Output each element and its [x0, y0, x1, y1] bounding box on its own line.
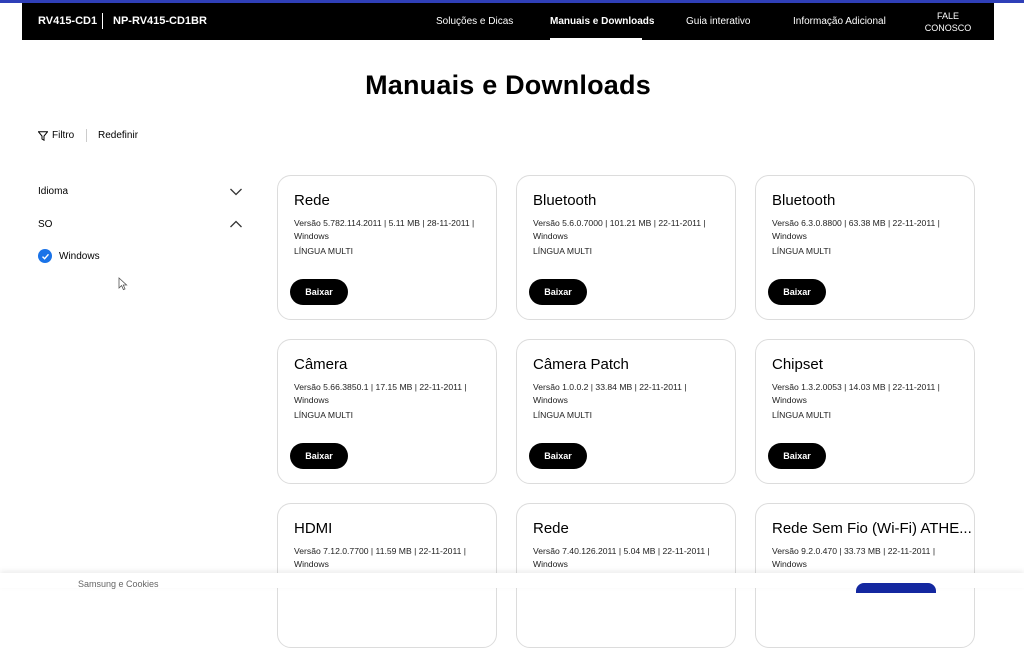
model-name[interactable]: RV415-CD1 [38, 15, 97, 27]
chevron-up-icon[interactable] [229, 219, 243, 229]
checkmark-icon [38, 249, 52, 263]
card-version-info: Versão 6.3.0.8800 | 63.38 MB | 22-11-201… [772, 218, 940, 241]
nav-solucoes[interactable]: Soluções e Dicas [436, 16, 513, 27]
card-title: Rede Sem Fio (Wi-Fi) ATHE... [772, 520, 972, 537]
card-version-info: Versão 5.66.3850.1 | 17.15 MB | 22-11-20… [294, 382, 467, 405]
reset-filter-link[interactable]: Redefinir [98, 130, 138, 141]
filter-icon [38, 130, 48, 141]
filter-group-idioma[interactable]: Idioma [38, 186, 68, 197]
download-button[interactable]: Baixar [290, 279, 348, 305]
card-version-info: Versão 5.782.114.2011 | 5.11 MB | 28-11-… [294, 218, 475, 241]
nav-manuais[interactable]: Manuais e Downloads [550, 16, 654, 27]
download-card: Bluetooth Versão 5.6.0.7000 | 101.21 MB … [516, 175, 736, 320]
filter-label: Filtro [52, 130, 75, 141]
download-button[interactable]: Baixar [290, 443, 348, 469]
nav-fale-conosco[interactable]: FALE CONOSCO [920, 10, 976, 34]
download-button[interactable]: Baixar [768, 443, 826, 469]
filter-button[interactable]: Filtro [38, 130, 74, 141]
card-language: LÍNGUA MULTI [533, 410, 593, 420]
card-version-info: Versão 1.3.2.0053 | 14.03 MB | 22-11-201… [772, 382, 940, 405]
download-card: Câmera Patch Versão 1.0.0.2 | 33.84 MB |… [516, 339, 736, 484]
card-title: Câmera Patch [533, 356, 629, 373]
os-option-windows[interactable]: Windows [38, 249, 100, 263]
card-version-info: Versão 5.6.0.7000 | 101.21 MB | 22-11-20… [533, 218, 706, 241]
contact-line-2: CONOSCO [924, 23, 972, 33]
page-title: Manuais e Downloads [365, 70, 651, 100]
card-title: Chipset [772, 356, 823, 373]
card-language: LÍNGUA MULTI [294, 246, 354, 256]
cookie-accept-button[interactable] [856, 583, 936, 593]
cookie-banner: Samsung e Cookies [0, 573, 1024, 593]
card-language: LÍNGUA MULTI [772, 246, 832, 256]
mouse-cursor-icon [118, 277, 128, 291]
card-title: Rede [294, 192, 330, 209]
nav-active-indicator [550, 38, 642, 40]
download-card: Bluetooth Versão 6.3.0.8800 | 63.38 MB |… [755, 175, 975, 320]
download-card: Câmera Versão 5.66.3850.1 | 17.15 MB | 2… [277, 339, 497, 484]
card-language: LÍNGUA MULTI [294, 410, 354, 420]
card-version-info: Versão 7.12.0.7700 | 11.59 MB | 22-11-20… [294, 546, 467, 569]
os-option-label: Windows [59, 250, 100, 262]
card-version-info: Versão 1.0.0.2 | 33.84 MB | 22-11-2011 |… [533, 382, 687, 405]
download-card: Chipset Versão 1.3.2.0053 | 14.03 MB | 2… [755, 339, 975, 484]
download-button[interactable]: Baixar [529, 279, 587, 305]
card-language: LÍNGUA MULTI [533, 246, 593, 256]
chevron-down-icon[interactable] [229, 187, 243, 197]
nav-informacao[interactable]: Informação Adicional [793, 16, 886, 27]
card-version-info: Versão 9.2.0.470 | 33.73 MB | 22-11-2011… [772, 546, 936, 569]
card-title: Bluetooth [533, 192, 597, 209]
model-code[interactable]: NP-RV415-CD1BR [113, 15, 207, 27]
download-card: Rede Versão 5.782.114.2011 | 5.11 MB | 2… [277, 175, 497, 320]
card-title: HDMI [294, 520, 333, 537]
card-language: LÍNGUA MULTI [772, 410, 832, 420]
card-title: Rede [533, 520, 569, 537]
model-divider [102, 13, 103, 29]
filter-divider [86, 129, 87, 142]
card-version-info: Versão 7.40.126.2011 | 5.04 MB | 22-11-2… [533, 546, 710, 569]
nav-guia[interactable]: Guia interativo [686, 16, 750, 27]
contact-line-1: FALE [936, 11, 959, 21]
card-title: Bluetooth [772, 192, 836, 209]
card-title: Câmera [294, 356, 348, 373]
download-button[interactable]: Baixar [768, 279, 826, 305]
filter-group-so[interactable]: SO [38, 219, 52, 230]
download-button[interactable]: Baixar [529, 443, 587, 469]
top-navbar: RV415-CD1 NP-RV415-CD1BR Soluções e Dica… [22, 3, 994, 40]
